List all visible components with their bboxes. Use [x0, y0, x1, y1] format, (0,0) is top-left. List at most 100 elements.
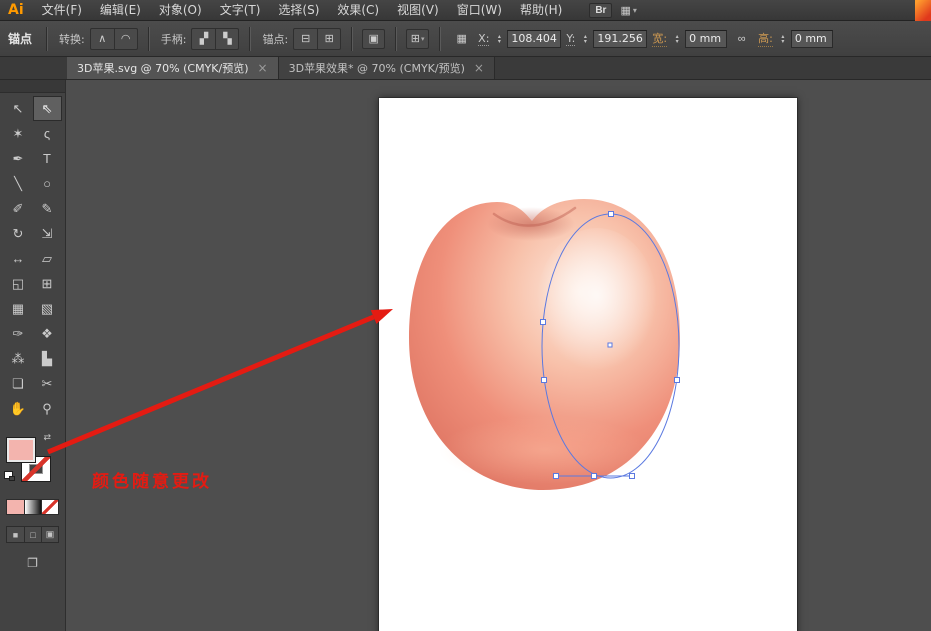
- fill-color-swatch[interactable]: [6, 437, 36, 463]
- rotate-tool[interactable]: ↻: [4, 221, 33, 246]
- document-tab-2[interactable]: 3D苹果效果* @ 70% (CMYK/预览) ×: [279, 57, 495, 79]
- symbol-sprayer-tool[interactable]: ⁂: [4, 346, 33, 371]
- apple-artwork[interactable]: [409, 199, 680, 490]
- height-stepper[interactable]: ▴▾: [778, 34, 788, 44]
- hide-handles-button[interactable]: ▚: [215, 29, 238, 49]
- tool-grid: ↖ ⇖ ✶ ς ✒ T ╲ ○ ✐ ✎: [4, 96, 62, 421]
- show-handles-button[interactable]: ▞: [192, 29, 215, 49]
- anchor-point[interactable]: [630, 474, 635, 479]
- tool-panel-header[interactable]: [0, 80, 65, 93]
- perspective-grid-tool[interactable]: ⊞: [33, 271, 62, 296]
- ellipse-tool[interactable]: ○: [33, 171, 62, 196]
- x-input[interactable]: [507, 30, 561, 48]
- width-tool[interactable]: ↔: [4, 246, 33, 271]
- center-point-marker: [608, 343, 612, 347]
- constrain-proportions-button[interactable]: ∞: [730, 29, 753, 49]
- apple-dimple: [487, 207, 575, 241]
- type-tool[interactable]: T: [33, 146, 62, 171]
- menu-view[interactable]: 视图(V): [388, 0, 448, 20]
- width-stepper[interactable]: ▴▾: [672, 34, 682, 44]
- y-input[interactable]: [593, 30, 647, 48]
- menu-help[interactable]: 帮助(H): [511, 0, 571, 20]
- hide-handles-icon: ▚: [223, 32, 231, 45]
- reference-point-locator[interactable]: ▦: [450, 29, 473, 49]
- tool-icon: ▙: [42, 351, 52, 367]
- pencil-tool[interactable]: ✎: [33, 196, 62, 221]
- direct-selection-tool[interactable]: ⇖: [33, 96, 62, 121]
- anchor-point[interactable]: [609, 212, 614, 217]
- convert-to-corner-button[interactable]: ∧: [91, 29, 114, 49]
- line-segment-tool[interactable]: ╲: [4, 171, 33, 196]
- menu-bar: Ai 文件(F)编辑(E)对象(O)文字(T)选择(S)效果(C)视图(V)窗口…: [0, 0, 931, 21]
- menu-edit[interactable]: 编辑(E): [91, 0, 150, 20]
- show-handles-icon: ▞: [200, 32, 208, 45]
- swap-fill-stroke-icon[interactable]: ⇄: [44, 433, 52, 443]
- hand-tool[interactable]: ✋: [4, 396, 33, 421]
- x-stepper[interactable]: ▴▾: [494, 34, 504, 44]
- menu-object[interactable]: 对象(O): [150, 0, 211, 20]
- y-stepper[interactable]: ▴▾: [580, 34, 590, 44]
- anchor-point[interactable]: [541, 320, 546, 325]
- free-transform-tool[interactable]: ▱: [33, 246, 62, 271]
- document-tab-1[interactable]: 3D苹果.svg @ 70% (CMYK/预览) ×: [67, 57, 279, 79]
- tab-close-icon[interactable]: ×: [258, 61, 268, 75]
- blend-tool[interactable]: ❖: [33, 321, 62, 346]
- tab-close-icon[interactable]: ×: [474, 61, 484, 75]
- default-fill-stroke-icon[interactable]: [4, 471, 13, 479]
- mesh-tool[interactable]: ▦: [4, 296, 33, 321]
- draw-normal-button[interactable]: ■: [7, 527, 24, 542]
- tool-icon: ❏: [12, 376, 24, 392]
- lasso-tool[interactable]: ς: [33, 121, 62, 146]
- draw-inside-button[interactable]: ▣: [41, 527, 58, 542]
- draw-behind-button[interactable]: □: [24, 527, 41, 542]
- width-input[interactable]: [685, 30, 727, 48]
- anchor-point[interactable]: [554, 474, 559, 479]
- add-anchor-button[interactable]: ⊞: [317, 29, 340, 49]
- align-icon: ⊞: [411, 32, 420, 45]
- gradient-button[interactable]: [24, 500, 41, 514]
- pen-tool[interactable]: ✒: [4, 146, 33, 171]
- anchor-point[interactable]: [542, 378, 547, 383]
- tool-icon: ✎: [42, 201, 53, 217]
- tool-icon: ✂: [42, 376, 53, 392]
- menu-file[interactable]: 文件(F): [33, 0, 91, 20]
- menu-window[interactable]: 窗口(W): [448, 0, 511, 20]
- menu-effect[interactable]: 效果(C): [328, 0, 388, 20]
- convert-to-smooth-button[interactable]: ◠: [114, 29, 137, 49]
- column-graph-tool[interactable]: ▙: [33, 346, 62, 371]
- menu-type[interactable]: 文字(T): [211, 0, 270, 20]
- bridge-button[interactable]: Br: [589, 3, 612, 18]
- zoom-tool[interactable]: ⚲: [33, 396, 62, 421]
- anchors-label: 锚点:: [262, 31, 288, 47]
- height-input[interactable]: [791, 30, 833, 48]
- selection-tool[interactable]: ↖: [4, 96, 33, 121]
- anchor-point[interactable]: [675, 378, 680, 383]
- color-button[interactable]: [7, 500, 24, 514]
- anchor-point[interactable]: [592, 474, 597, 479]
- scale-tool[interactable]: ⇲: [33, 221, 62, 246]
- tool-icon: ▦: [12, 301, 24, 317]
- menu-select[interactable]: 选择(S): [269, 0, 328, 20]
- artboard-tool[interactable]: ❏: [4, 371, 33, 396]
- separator: [395, 27, 396, 51]
- illustrator-window: Ai 文件(F)编辑(E)对象(O)文字(T)选择(S)效果(C)视图(V)窗口…: [0, 0, 931, 631]
- isolate-object-button[interactable]: ▣: [362, 29, 385, 49]
- convert-group: ∧ ◠: [90, 28, 138, 50]
- none-button[interactable]: [41, 500, 58, 514]
- align-options-button[interactable]: ⊞ ▾: [406, 29, 429, 49]
- shape-builder-tool[interactable]: ◱: [4, 271, 33, 296]
- adobe-app-icon[interactable]: [915, 0, 931, 21]
- artboard[interactable]: [379, 98, 797, 631]
- magic-wand-tool[interactable]: ✶: [4, 121, 33, 146]
- tool-icon: ⊞: [42, 276, 53, 292]
- arrange-documents-button[interactable]: ▦ ▾: [620, 4, 636, 17]
- paintbrush-tool[interactable]: ✐: [4, 196, 33, 221]
- gradient-tool[interactable]: ▧: [33, 296, 62, 321]
- eyedropper-tool[interactable]: ✑: [4, 321, 33, 346]
- tool-icon: ⁂: [12, 351, 25, 367]
- remove-anchor-button[interactable]: ⊟: [294, 29, 317, 49]
- screen-mode-button[interactable]: ❐: [22, 554, 44, 572]
- separator: [351, 27, 352, 51]
- slice-tool[interactable]: ✂: [33, 371, 62, 396]
- canvas[interactable]: [66, 80, 931, 631]
